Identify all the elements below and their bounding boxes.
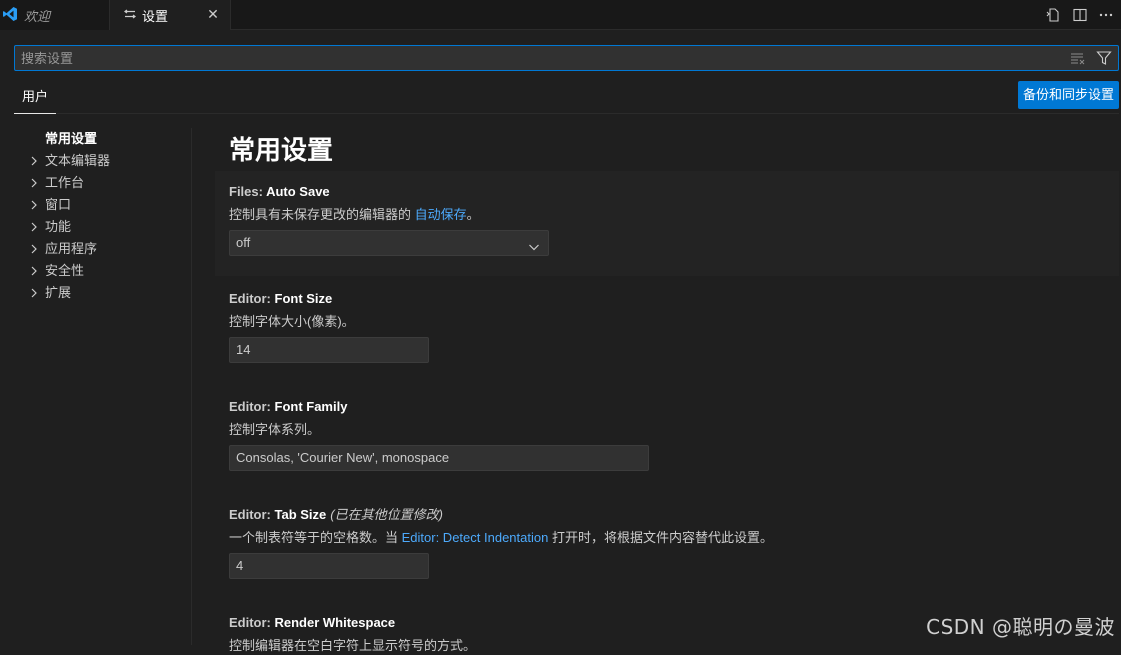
close-icon[interactable]: ✕	[206, 7, 220, 21]
setting-category: Files:	[229, 184, 267, 199]
setting-category: Editor:	[229, 615, 275, 630]
toc-item-commonly-used[interactable]: 常用设置	[24, 128, 184, 150]
setting-category: Editor:	[229, 291, 275, 306]
toc-item-application[interactable]: 应用程序	[24, 238, 184, 260]
setting-title: Files: Auto Save	[229, 183, 1119, 201]
watermark: CSDN @聪明の曼波	[926, 615, 1115, 639]
font-size-input[interactable]: 14	[229, 337, 429, 363]
section-title: 常用设置	[229, 135, 334, 165]
setting-description: 控制具有未保存更改的编辑器的 自动保存。	[229, 206, 1119, 224]
setting-name: Auto Save	[266, 184, 330, 199]
clear-filter-icon[interactable]	[1070, 51, 1086, 65]
toc-item-security[interactable]: 安全性	[24, 260, 184, 282]
setting-name: Font Size	[274, 291, 333, 306]
setting-title: Editor: Tab Size (已在其他位置修改)	[229, 506, 1119, 524]
setting-title: Editor: Font Family	[229, 398, 1119, 416]
chevron-right-icon	[28, 282, 40, 304]
chevron-right-icon	[28, 194, 40, 216]
detect-indentation-link[interactable]: Editor: Detect Indentation	[402, 530, 549, 545]
chevron-right-icon	[28, 172, 40, 194]
setting-name: Tab Size	[274, 507, 327, 522]
toc-item-label: 功能	[45, 219, 72, 234]
tab-settings[interactable]: 设置 ✕	[110, 0, 231, 30]
setting-category: Editor:	[229, 507, 275, 522]
chevron-right-icon	[28, 150, 40, 172]
chevron-down-icon	[528, 237, 540, 251]
toc-item-label: 安全性	[45, 263, 85, 278]
chevron-right-icon	[28, 260, 40, 282]
filter-icon[interactable]	[1096, 50, 1112, 66]
toc-item-label: 窗口	[45, 197, 72, 212]
tab-user[interactable]: 用户	[14, 80, 57, 114]
modified-elsewhere-indicator[interactable]: (已在其他位置修改)	[330, 507, 443, 522]
setting-description: 控制字体系列。	[229, 422, 321, 437]
more-actions-icon[interactable]	[1097, 6, 1115, 24]
auto-save-link[interactable]: 自动保存	[415, 207, 467, 222]
setting-editor-tab-size: Editor: Tab Size (已在其他位置修改) 一个制表符等于的空格数。当…	[215, 506, 1119, 579]
select-value: off	[236, 235, 251, 250]
toc-item-window[interactable]: 窗口	[24, 194, 184, 216]
settings-toc: 常用设置 文本编辑器 工作台 窗口 功能 应用程序 安全性 扩展	[24, 128, 184, 304]
tab-welcome-label: 欢迎	[24, 8, 51, 24]
setting-description: 一个制表符等于的空格数。当 Editor: Detect Indentation…	[229, 529, 1119, 547]
toc-item-text-editor[interactable]: 文本编辑器	[24, 150, 184, 172]
toc-item-workbench[interactable]: 工作台	[24, 172, 184, 194]
split-editor-icon[interactable]	[1071, 6, 1089, 24]
toc-item-extensions[interactable]: 扩展	[24, 282, 184, 304]
editor-tab-bar: 欢迎 设置 ✕	[0, 0, 1121, 30]
chevron-right-icon	[28, 238, 40, 260]
toc-divider	[191, 128, 192, 645]
setting-name: Font Family	[274, 399, 348, 414]
tab-settings-label: 设置	[142, 8, 169, 24]
backup-sync-button[interactable]: 备份和同步设置	[1018, 81, 1119, 109]
settings-search-box	[14, 45, 1119, 71]
desc-text: 。	[466, 207, 480, 222]
settings-scope-tabs: 用户	[14, 80, 1119, 114]
settings-sliders-icon	[124, 8, 136, 23]
chevron-right-icon	[28, 216, 40, 238]
setting-description: 控制字体大小(像素)。	[229, 314, 355, 329]
setting-title: Editor: Font Size	[229, 290, 1119, 308]
desc-text: 打开时，将根据文件内容替代此设置。	[548, 530, 773, 545]
open-settings-json-icon[interactable]	[1045, 6, 1063, 24]
font-family-input[interactable]: Consolas, 'Courier New', monospace	[229, 445, 649, 471]
desc-text: 控制具有未保存更改的编辑器的	[229, 207, 415, 222]
toc-item-label: 工作台	[45, 175, 85, 190]
setting-name: Render Whitespace	[274, 615, 396, 630]
setting-editor-font-size: Editor: Font Size 控制字体大小(像素)。 14	[215, 290, 1119, 363]
tab-welcome[interactable]: 欢迎	[0, 0, 110, 30]
desc-text: 一个制表符等于的空格数。当	[229, 530, 402, 545]
toc-item-features[interactable]: 功能	[24, 216, 184, 238]
search-input[interactable]	[21, 46, 1061, 70]
editor-actions	[1045, 0, 1121, 30]
tab-size-input[interactable]: 4	[229, 553, 429, 579]
toc-item-label: 文本编辑器	[45, 153, 111, 168]
setting-files-auto-save: Files: Auto Save 控制具有未保存更改的编辑器的 自动保存。 of…	[215, 171, 1119, 276]
vscode-logo-icon	[2, 6, 18, 25]
toc-item-label: 扩展	[45, 285, 72, 300]
toc-item-label: 常用设置	[45, 131, 98, 146]
toc-item-label: 应用程序	[45, 241, 98, 256]
setting-category: Editor:	[229, 399, 275, 414]
setting-editor-font-family: Editor: Font Family 控制字体系列。 Consolas, 'C…	[215, 398, 1119, 471]
auto-save-select[interactable]: off	[229, 230, 549, 256]
